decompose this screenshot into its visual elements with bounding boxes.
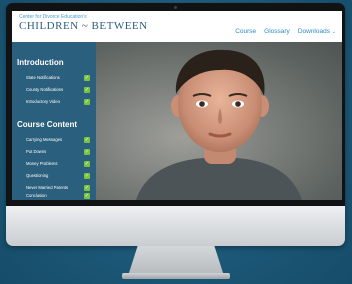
sidebar-item-county-notifications[interactable]: County Notifications ✓ <box>12 85 96 96</box>
sidebar-item-money-problems[interactable]: Money Problems ✓ <box>12 159 96 170</box>
top-nav: Course Glossary Downloads ⌄ <box>235 28 336 35</box>
check-icon: ✓ <box>84 75 90 81</box>
top-bar: Center for Divorce Education's CHILDREN … <box>12 11 342 42</box>
nav-glossary[interactable]: Glossary <box>264 28 290 35</box>
section-title-course-content: Course Content <box>17 120 77 129</box>
sidebar-item-conclusion[interactable]: Conclusion ✓ <box>12 193 96 200</box>
check-icon: ✓ <box>84 161 90 167</box>
imac-stand-base <box>122 273 230 279</box>
sidebar-item-label: Questioning <box>26 173 49 178</box>
check-icon: ✓ <box>84 185 90 191</box>
screen: Center for Divorce Education's CHILDREN … <box>12 11 342 200</box>
nav-downloads-label: Downloads <box>297 28 330 35</box>
sidebar-item-label: Money Problems <box>26 161 58 166</box>
camera-dot <box>174 6 177 9</box>
sidebar-item-introductory-video[interactable]: Introductory Video ✓ <box>12 97 96 108</box>
sidebar-item-state-notifications[interactable]: State Notifications ✓ <box>12 73 96 84</box>
sidebar-item-put-downs[interactable]: Put Downs ✓ <box>12 147 96 158</box>
video-player[interactable] <box>96 42 342 200</box>
check-icon: ✓ <box>84 137 90 143</box>
check-icon: ✓ <box>84 193 90 199</box>
check-icon: ✓ <box>84 87 90 93</box>
check-icon: ✓ <box>84 149 90 155</box>
imac-stand <box>128 246 224 276</box>
sidebar: Introduction State Notifications ✓ Count… <box>12 42 96 200</box>
nav-downloads[interactable]: Downloads ⌄ <box>298 28 336 35</box>
sidebar-item-label: Put Downs <box>26 149 47 154</box>
sidebar-item-label: Carrying Messages <box>26 137 63 142</box>
imac-chin <box>6 206 345 246</box>
brand-logo-title[interactable]: CHILDREN ~ BETWEEN <box>19 20 148 32</box>
sidebar-item-label: County Notifications <box>26 87 64 92</box>
sidebar-item-label: Never Married Parents <box>26 185 69 190</box>
sidebar-item-label: Conclusion <box>26 193 47 198</box>
sidebar-item-label: State Notifications <box>26 75 60 80</box>
check-icon: ✓ <box>84 173 90 179</box>
section-title-introduction: Introduction <box>17 58 64 67</box>
check-icon: ✓ <box>84 99 90 105</box>
sidebar-item-label: Introductory Video <box>26 99 60 104</box>
chevron-down-icon: ⌄ <box>331 29 336 35</box>
nav-course[interactable]: Course <box>235 28 256 35</box>
sidebar-item-carrying-messages[interactable]: Carrying Messages ✓ <box>12 135 96 146</box>
video-frame-boy <box>136 49 302 200</box>
sidebar-item-questioning[interactable]: Questioning ✓ <box>12 171 96 182</box>
